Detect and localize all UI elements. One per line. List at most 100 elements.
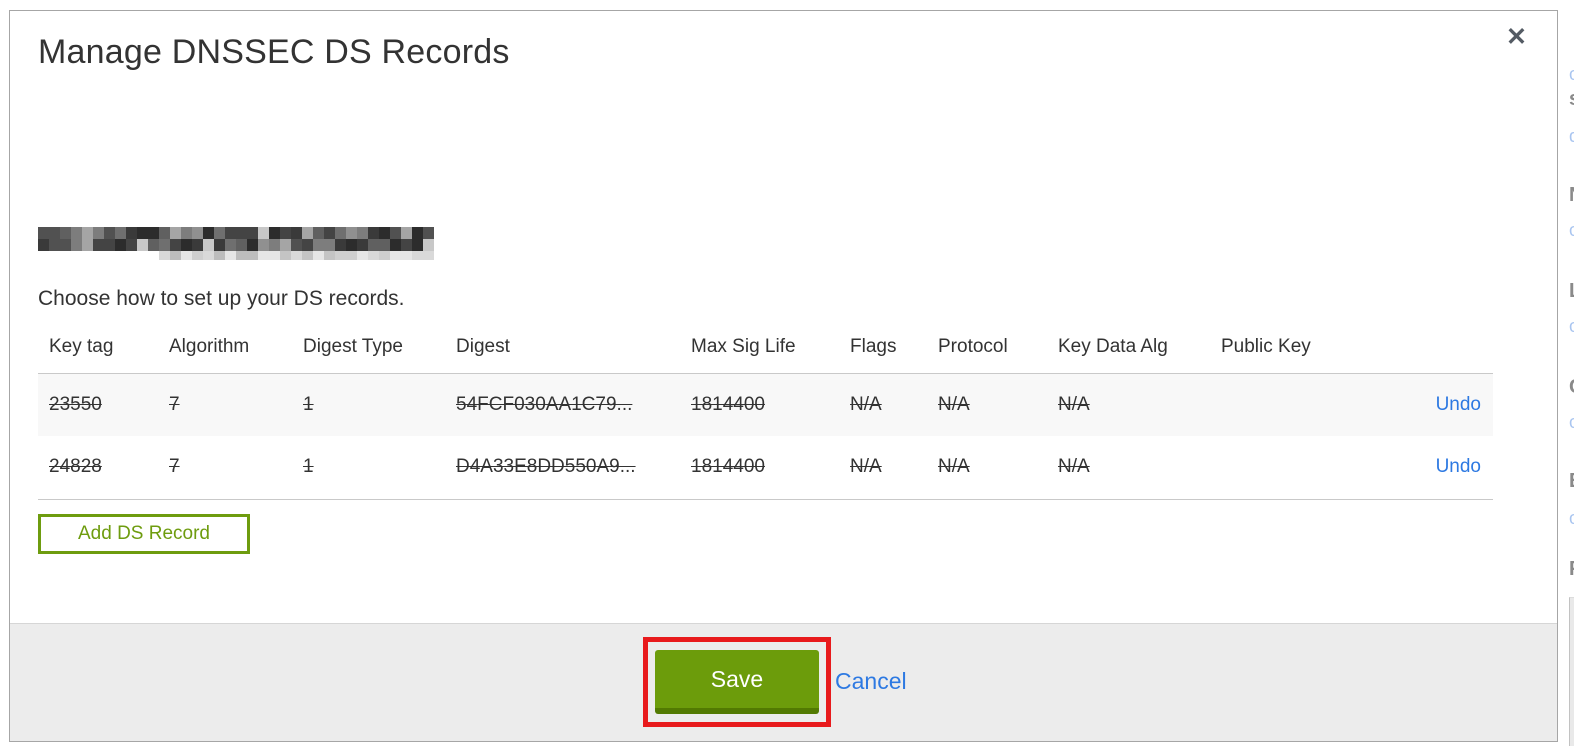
redaction-pixel [291,239,302,251]
redaction-pixel [423,227,434,239]
cell-protocol: N/A [927,373,1047,436]
redaction-pixel [423,239,434,251]
save-button[interactable]: Save [655,650,819,714]
redaction-pixel [412,227,423,239]
col-header-key-data-alg: Key Data Alg [1047,329,1210,374]
col-header-max-sig-life: Max Sig Life [680,329,839,374]
redaction-pixel [412,251,423,260]
col-header-flags: Flags [839,329,927,374]
cell-key-tag: 24828 [38,436,158,500]
redaction-pixel [60,227,71,239]
background-text-fragment: d [1569,126,1574,147]
col-header-algorithm: Algorithm [158,329,292,374]
redaction-pixel [203,239,214,251]
redaction-pixel [247,227,258,239]
redaction-pixel [192,227,203,239]
redaction-pixel [313,251,324,260]
cell-digest-type: 1 [292,436,445,500]
redaction-pixel [313,227,324,239]
redaction-pixel [390,239,401,251]
table-row: 24828 7 1 D4A33E8DD550A9... 1814400 N/A … [38,436,1493,500]
cell-algorithm: 7 [158,436,292,500]
background-page-gray-panel [1569,597,1574,746]
table-row: 23550 7 1 54FCF030AA1C79... 1814400 N/A … [38,373,1493,436]
redaction-pixel [368,251,379,260]
redaction-pixel [225,227,236,239]
col-header-digest-type: Digest Type [292,329,445,374]
cell-digest: 54FCF030AA1C79... [445,373,680,436]
col-header-public-key: Public Key [1210,329,1410,374]
cell-key-data-alg: N/A [1047,436,1210,500]
redaction-pixel [357,227,368,239]
cell-algorithm: 7 [158,373,292,436]
redaction-pixel [126,239,137,251]
domain-name-redacted [38,227,434,260]
redaction-pixel [93,239,104,251]
redaction-pixel [236,239,247,251]
redaction-pixel [357,239,368,251]
redaction-pixel [49,227,60,239]
redaction-pixel [104,239,115,251]
redaction-pixel [302,251,313,260]
redaction-pixel [203,227,214,239]
cell-digest: D4A33E8DD550A9... [445,436,680,500]
redaction-pixel [280,227,291,239]
redaction-pixel [335,251,346,260]
undo-link[interactable]: Undo [1436,456,1481,477]
redaction-pixel [313,239,324,251]
background-text-fragment: P [1569,558,1574,581]
background-text-fragment: o [1569,412,1574,433]
redaction-pixel [280,239,291,251]
cancel-link[interactable]: Cancel [835,668,907,695]
redaction-pixel [357,251,368,260]
redaction-pixel [214,227,225,239]
redaction-pixel [148,227,159,239]
modal-footer: Save Cancel [10,623,1557,741]
ds-records-table: Key tag Algorithm Digest Type Digest Max… [38,329,1493,500]
redaction-pixel [181,227,192,239]
redaction-pixel [170,239,181,251]
redaction-pixel [137,239,148,251]
redaction-pixel [335,227,346,239]
redaction-pixel [214,251,225,260]
redaction-pixel [258,251,269,260]
redaction-pixel [247,251,258,260]
screenshot-root: osdNoLoCoEoP Manage DNSSEC DS Records ✕ … [0,0,1574,746]
cell-digest-type: 1 [292,373,445,436]
cell-key-data-alg: N/A [1047,373,1210,436]
redaction-pixel [181,251,192,260]
redaction-pixel [379,251,390,260]
redaction-pixel [126,227,137,239]
undo-link[interactable]: Undo [1436,394,1481,415]
redaction-pixel [390,251,401,260]
redaction-pixel [225,251,236,260]
redaction-pixel [181,239,192,251]
add-ds-record-button[interactable]: Add DS Record [38,514,250,554]
redaction-pixel [159,251,170,260]
table-header-row: Key tag Algorithm Digest Type Digest Max… [38,329,1493,374]
redaction-pixel [170,251,181,260]
redaction-pixel [192,251,203,260]
redaction-pixel [412,239,423,251]
redaction-pixel [258,239,269,251]
col-header-actions [1410,329,1493,374]
cell-flags: N/A [839,436,927,500]
col-header-digest: Digest [445,329,680,374]
redaction-pixel [148,239,159,251]
redaction-pixel [291,251,302,260]
background-text-fragment: o [1569,316,1574,337]
background-text-fragment: N [1569,184,1574,207]
redaction-pixel [115,227,126,239]
redaction-pixel [324,251,335,260]
redaction-pixel [93,227,104,239]
redaction-pixel [346,251,357,260]
redaction-pixel [379,239,390,251]
redaction-pixel [346,227,357,239]
redaction-pixel [324,227,335,239]
redaction-pixel [170,227,181,239]
close-icon[interactable]: ✕ [1506,25,1527,50]
cell-key-tag: 23550 [38,373,158,436]
red-annotation-rectangle: Save [643,637,831,727]
redaction-pixel [71,227,82,239]
redaction-pixel [291,227,302,239]
